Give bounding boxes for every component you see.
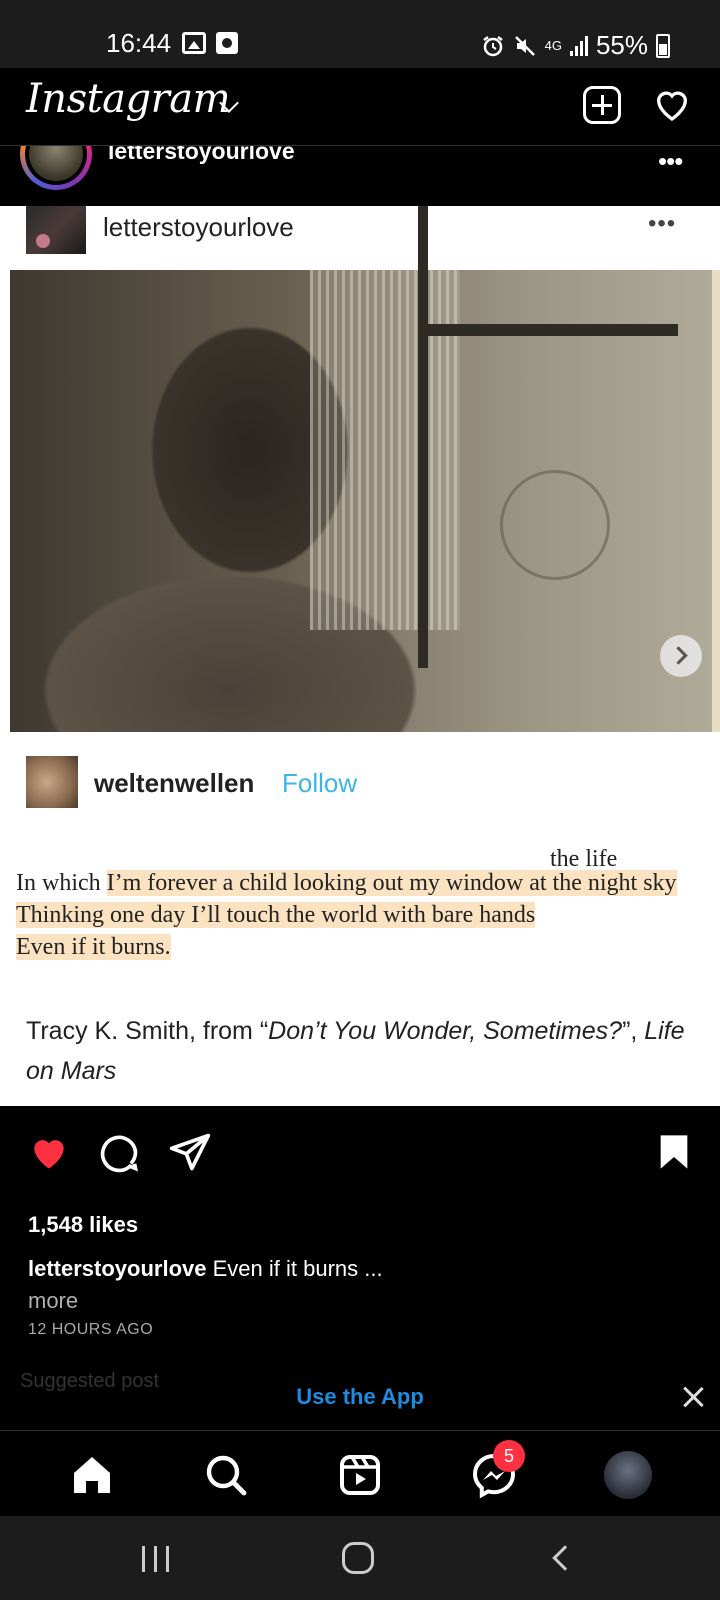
post-avatar[interactable] xyxy=(20,146,92,190)
poem-line-1-highlight: I’m forever a child looking out my windo… xyxy=(106,870,677,896)
back-icon[interactable] xyxy=(552,1545,578,1571)
window-frame xyxy=(418,206,702,668)
post-username[interactable]: letterstoyourlove xyxy=(108,146,295,165)
attrib-mid: ”, xyxy=(622,1017,645,1045)
poem-title: the life xyxy=(550,846,618,872)
attrib-work: Don’t You Wonder, Sometimes? xyxy=(268,1017,623,1045)
home-icon[interactable] xyxy=(68,1451,116,1499)
poem-line-2-highlight: Thinking one day I’ll touch the world wi… xyxy=(16,902,536,928)
recent-apps-icon[interactable] xyxy=(142,1546,169,1572)
network-type: 4G xyxy=(544,38,562,53)
poem-line-1: In which I’m forever a child looking out… xyxy=(16,870,677,897)
poem-line-3-highlight: Even if it burns. xyxy=(16,934,171,960)
tumblr-avatar xyxy=(26,756,78,808)
image-inner-avatar xyxy=(26,206,86,254)
heart-outline-icon[interactable] xyxy=(651,84,693,124)
system-nav-bar xyxy=(0,1516,720,1600)
mute-icon xyxy=(514,35,535,56)
close-icon[interactable] xyxy=(680,1384,706,1410)
alarm-icon xyxy=(482,35,503,56)
window-bar xyxy=(418,324,678,336)
comment-icon[interactable] xyxy=(97,1130,141,1174)
home-button-icon[interactable] xyxy=(342,1542,374,1574)
reels-icon[interactable] xyxy=(336,1451,384,1499)
status-notification-icons xyxy=(182,32,238,54)
image-inner-username: letterstoyourlove xyxy=(103,212,294,242)
image-edge xyxy=(712,270,720,732)
gallery-notification-icon xyxy=(182,32,206,54)
use-app-banner: Use the App xyxy=(0,1366,720,1430)
signal-icon xyxy=(569,35,588,56)
use-app-link[interactable]: Use the App xyxy=(0,1384,720,1410)
status-bar: 16:44 4G 55% xyxy=(0,0,720,68)
instagram-logo[interactable]: Instagram xyxy=(26,76,231,122)
status-time: 16:44 xyxy=(106,28,172,58)
post-caption: letterstoyourlove Even if it burns ... xyxy=(28,1256,383,1282)
post-actions: 1,548 likes letterstoyourlove Even if it… xyxy=(0,1106,720,1406)
bottom-tab-bar xyxy=(0,1430,720,1516)
caption-more-link[interactable]: more xyxy=(28,1288,78,1314)
status-right: 4G 55% xyxy=(481,30,670,61)
like-heart-icon[interactable] xyxy=(26,1130,72,1174)
profile-avatar[interactable] xyxy=(604,1451,652,1499)
battery-icon xyxy=(656,33,670,58)
carousel-next-icon[interactable] xyxy=(660,635,702,677)
post-image[interactable]: letterstoyourlove ••• weltenwellen Follo… xyxy=(0,206,720,1106)
battery-percent: 55% xyxy=(595,30,648,60)
messages-badge: 5 xyxy=(493,1440,525,1472)
instagram-header: Instagram xyxy=(0,68,720,146)
post-more-options-icon[interactable]: ••• xyxy=(658,146,683,177)
likes-count[interactable]: 1,548 likes xyxy=(28,1212,138,1238)
post-time: 12 HOURS AGO xyxy=(28,1321,154,1338)
poem-line-3: Even if it burns. xyxy=(16,934,171,961)
poem-line-1-plain: In which xyxy=(16,870,107,896)
attrib-prefix: Tracy K. Smith, from “ xyxy=(26,1017,269,1045)
share-send-icon[interactable] xyxy=(168,1130,212,1174)
poem-attribution: Tracy K. Smith, from “Don’t You Wonder, … xyxy=(26,1011,706,1091)
caption-text: Even if it burns ... xyxy=(206,1256,383,1281)
search-icon[interactable] xyxy=(202,1451,250,1499)
tumblr-follow: Follow xyxy=(282,768,358,798)
post-header: letterstoyourlove ••• xyxy=(0,146,720,206)
bookmark-saved-icon[interactable] xyxy=(654,1130,694,1174)
plus-square-icon[interactable] xyxy=(583,86,621,124)
tumblr-username: weltenwellen xyxy=(94,768,255,798)
screen-record-notification-icon xyxy=(216,32,238,54)
caption-username[interactable]: letterstoyourlove xyxy=(28,1256,207,1281)
poem-line-2: Thinking one day I’ll touch the world wi… xyxy=(16,902,536,929)
